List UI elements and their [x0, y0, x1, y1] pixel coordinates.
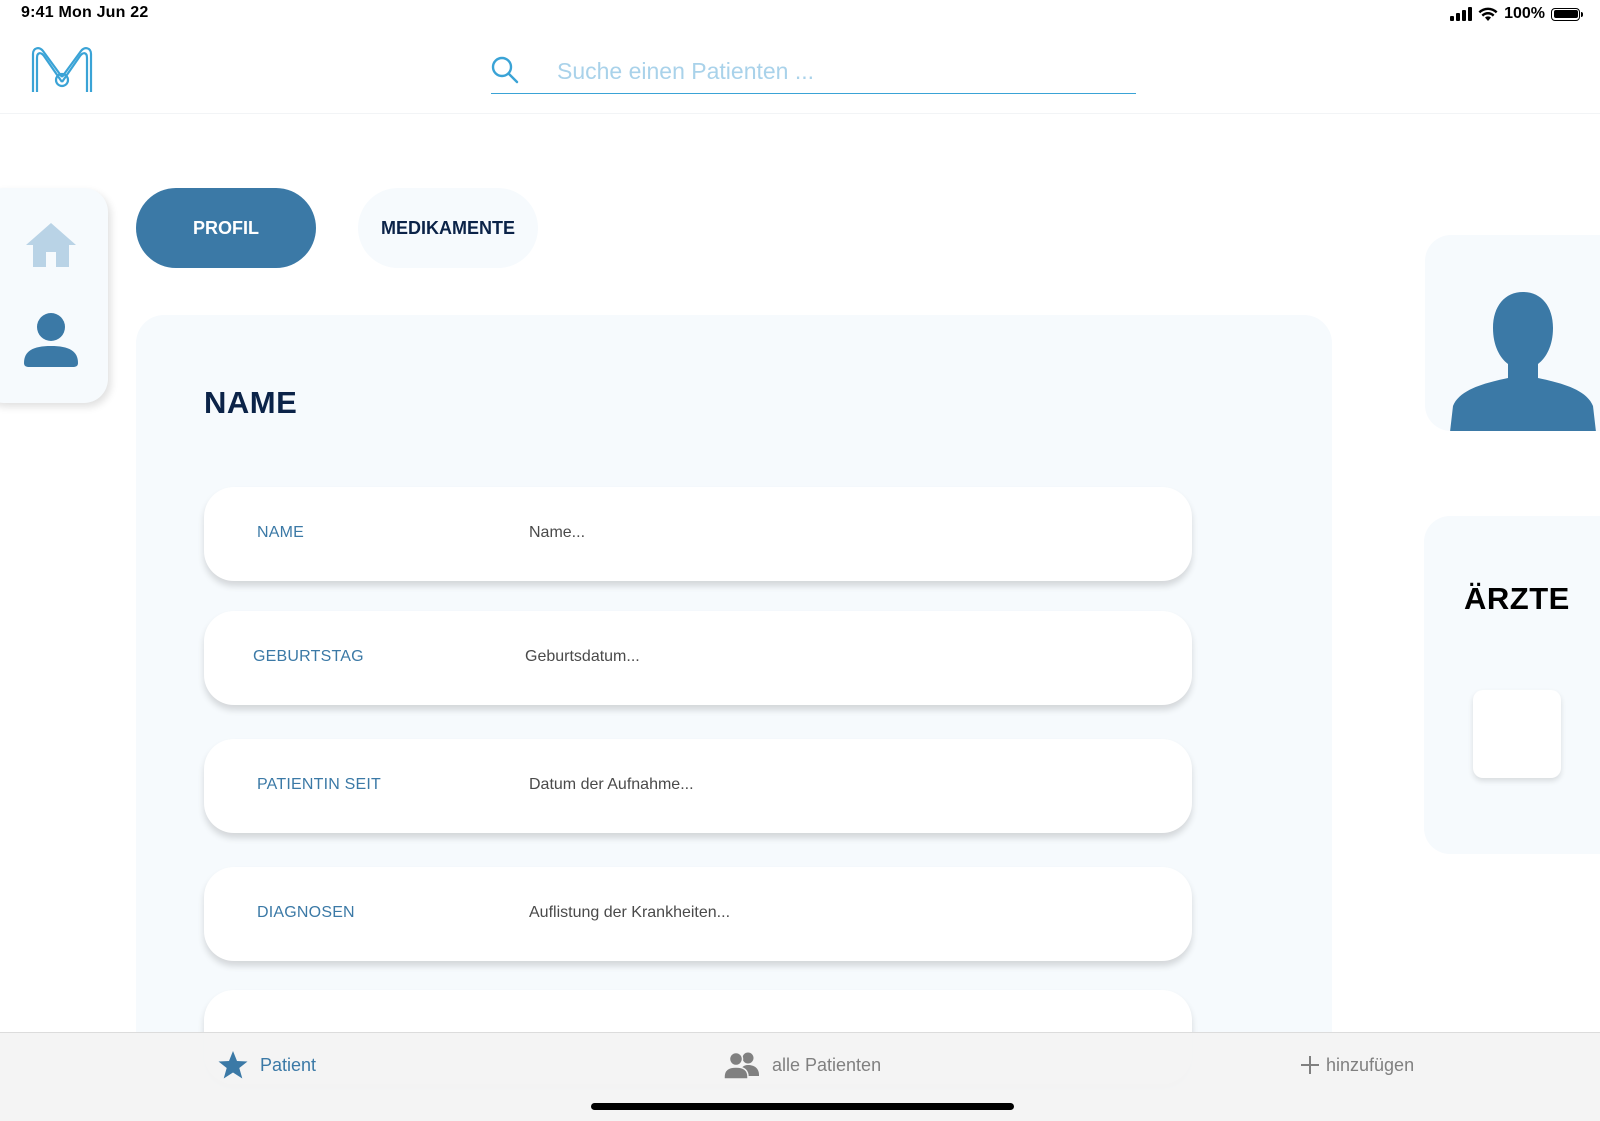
- search-icon[interactable]: [491, 56, 519, 84]
- search-input[interactable]: [557, 54, 1127, 88]
- wifi-icon: [1478, 7, 1498, 21]
- tabbar-label: alle Patienten: [772, 1054, 882, 1075]
- tabbar-item-patient[interactable]: Patient: [218, 1049, 316, 1081]
- user-icon: [24, 313, 78, 367]
- field-row-patient-since[interactable]: PATIENTIN SEIT Datum der Aufnahme...: [204, 739, 1192, 833]
- home-indicator: [591, 1103, 1014, 1110]
- field-row-birthday[interactable]: GEBURTSTAG Geburtsdatum...: [204, 611, 1192, 705]
- tab-profil[interactable]: PROFIL: [136, 188, 316, 268]
- tabbar-label: Patient: [260, 1054, 317, 1075]
- battery-icon: [1551, 7, 1583, 21]
- tabbar-label: hinzufügen: [1326, 1054, 1415, 1075]
- people-icon: [724, 1051, 759, 1079]
- avatar-card: [1425, 235, 1600, 431]
- name-input[interactable]: Name...: [529, 524, 585, 542]
- top-header: [0, 28, 1600, 114]
- field-label: NAME: [257, 524, 305, 541]
- field-label: PATIENTIN SEIT: [257, 776, 381, 793]
- doctors-card: ÄRZTE: [1424, 516, 1600, 854]
- plus-icon: [1301, 1056, 1319, 1074]
- patient-since-input[interactable]: Datum der Aufnahme...: [529, 776, 694, 794]
- tabbar-item-all-patients[interactable]: alle Patienten: [724, 1049, 881, 1081]
- home-icon: [26, 223, 76, 267]
- doctor-tile[interactable]: [1473, 690, 1561, 778]
- status-time: 9:41 Mon Jun 22: [21, 4, 149, 21]
- search-bar: [491, 52, 1136, 94]
- field-row-diagnoses[interactable]: DIAGNOSEN Auflistung der Krankheiten...: [204, 867, 1192, 961]
- sidebar-item-patient[interactable]: [22, 310, 80, 368]
- signal-icon: [1450, 7, 1473, 21]
- status-bar: 9:41 Mon Jun 22 100%: [0, 0, 1600, 28]
- profile-title: NAME: [204, 385, 298, 420]
- bottom-tab-bar: Patient alle Patienten hinzufügen: [0, 1032, 1600, 1121]
- person-silhouette-icon[interactable]: [1450, 290, 1596, 431]
- status-indicators: 100%: [1450, 4, 1583, 24]
- field-row-name[interactable]: NAME Name...: [204, 487, 1192, 581]
- battery-percent: 100%: [1504, 5, 1545, 22]
- sidebar: [0, 188, 108, 403]
- star-icon: [218, 1051, 248, 1079]
- m-logo-icon[interactable]: [29, 44, 95, 94]
- field-label: GEBURTSTAG: [253, 648, 364, 665]
- diagnoses-input[interactable]: Auflistung der Krankheiten...: [529, 904, 730, 922]
- tabbar-item-add[interactable]: hinzufügen: [1300, 1049, 1414, 1081]
- sidebar-item-home[interactable]: [22, 216, 80, 274]
- doctors-title: ÄRZTE: [1464, 581, 1570, 616]
- profile-card: NAME NAME Name... GEBURTSTAG Geburtsdatu…: [136, 315, 1332, 1121]
- field-label: DIAGNOSEN: [257, 904, 355, 921]
- tab-medikamente[interactable]: MEDIKAMENTE: [358, 188, 538, 268]
- birthday-input[interactable]: Geburtsdatum...: [525, 648, 640, 666]
